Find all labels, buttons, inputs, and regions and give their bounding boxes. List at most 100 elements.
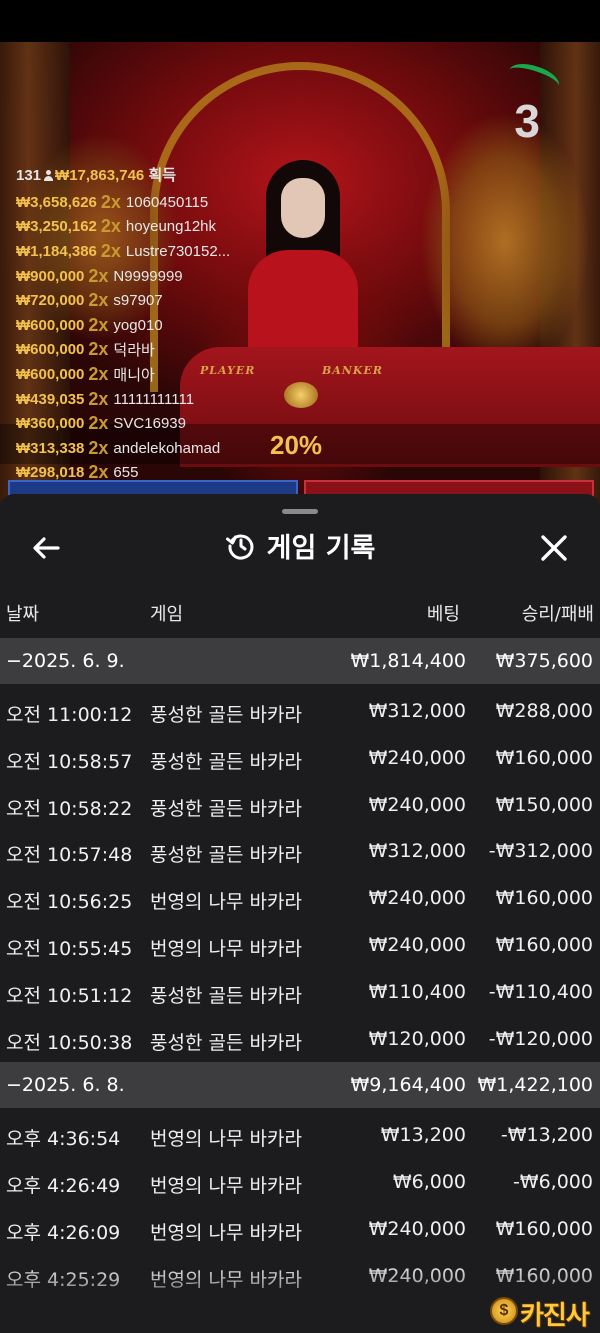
row-result: -₩6,000: [512, 1171, 593, 1194]
winner-multiplier: 2x: [88, 363, 109, 384]
col-game: 게임: [150, 604, 184, 625]
row-result: ₩160,000: [495, 746, 593, 769]
winners-suffix: 획득: [148, 167, 177, 184]
history-row[interactable]: 오후 4:26:49 번영의 나무 바카라 ₩6,000 -₩6,000: [0, 1159, 600, 1206]
watermark-logo: $ 카진사: [490, 1293, 598, 1331]
winner-row: ₩600,000 2x yog010: [16, 313, 230, 338]
winner-multiplier: 2x: [88, 413, 109, 434]
row-result: -₩120,000: [488, 1027, 593, 1050]
live-video: PLAYER BANKER 3 20% 131 ₩17,863,746 획득 ₩3…: [0, 42, 600, 512]
winner-amount: ₩720,000: [16, 292, 85, 310]
winner-username: SVC16939: [113, 415, 186, 433]
sheet-header: 게임 기록: [0, 520, 600, 572]
winner-row: ₩3,658,626 2x 1060450115: [16, 190, 230, 215]
winner-amount: ₩600,000: [16, 365, 85, 383]
row-bet: ₩120,000: [368, 1027, 466, 1050]
row-game: 풍성한 골든 바카라: [150, 984, 302, 1007]
row-game: 번영의 나무 바카라: [150, 891, 302, 914]
winner-multiplier: 2x: [100, 216, 121, 237]
history-row[interactable]: 오전 10:55:45 번영의 나무 바카라 ₩240,000 ₩160,000: [0, 922, 600, 969]
col-result: 승리/패배: [521, 604, 594, 625]
row-game: 풍성한 골든 바카라: [150, 750, 302, 773]
winner-row: ₩600,000 2x 덕라바: [16, 338, 230, 363]
history-list: −2025. 6. 9. ₩1,814,400 ₩375,600 오전 11:00:1…: [0, 638, 600, 1300]
winner-row: ₩313,338 2x andelekohamad: [16, 436, 230, 461]
history-row[interactable]: 오전 10:51:12 풍성한 골든 바카라 ₩110,400 -₩110,400: [0, 969, 600, 1016]
winner-username: 655: [113, 464, 139, 482]
winner-multiplier: 2x: [100, 191, 121, 212]
winner-username: 덕라바: [113, 342, 155, 360]
row-game: 번영의 나무 바카라: [150, 1175, 302, 1198]
winner-multiplier: 2x: [88, 339, 109, 360]
bet-percent: 20%: [270, 430, 323, 460]
row-time: 오전 10:57:48: [6, 844, 133, 867]
row-game: 풍성한 골든 바카라: [150, 797, 302, 820]
history-row[interactable]: 오전 10:57:48 풍성한 골든 바카라 ₩312,000 -₩312,000: [0, 828, 600, 875]
winner-amount: ₩313,338: [16, 439, 85, 457]
countdown-timer: 3: [514, 95, 540, 147]
row-result: -₩110,400: [488, 980, 593, 1003]
group-total-bet: ₩9,164,400: [350, 1074, 466, 1097]
sheet-drag-handle[interactable]: [282, 509, 318, 514]
group-date: −2025. 6. 8.: [6, 1074, 125, 1097]
column-headers: 날짜 게임 베팅 승리/패배: [0, 592, 600, 634]
row-time: 오전 10:58:57: [6, 750, 133, 773]
winner-amount: ₩360,000: [16, 415, 85, 433]
winners-total: ₩17,863,746: [55, 167, 145, 184]
close-button[interactable]: [534, 528, 574, 568]
winner-multiplier: 2x: [88, 265, 109, 286]
winner-row: ₩1,184,386 2x Lustre730152...: [16, 239, 230, 264]
winner-multiplier: 2x: [88, 437, 109, 458]
group-total-result: ₩375,600: [495, 650, 593, 672]
row-bet: ₩240,000: [368, 933, 466, 956]
row-time: 오후 4:26:49: [6, 1175, 121, 1198]
row-time: 오후 4:26:09: [6, 1221, 121, 1244]
history-row[interactable]: 오전 10:56:25 번영의 나무 바카라 ₩240,000 ₩160,000: [0, 875, 600, 922]
row-time: 오전 10:55:45: [6, 937, 133, 960]
row-time: 오전 10:51:12: [6, 984, 133, 1007]
history-row[interactable]: 오전 11:00:12 풍성한 골든 바카라 ₩312,000 ₩288,000: [0, 688, 600, 735]
group-total-bet: ₩1,814,400: [350, 650, 466, 672]
row-bet: ₩240,000: [368, 793, 466, 816]
winner-username: s97907: [113, 292, 163, 310]
row-time: 오전 10:58:22: [6, 797, 133, 820]
winner-amount: ₩3,658,626: [16, 193, 97, 211]
history-row[interactable]: 오후 4:26:09 번영의 나무 바카라 ₩240,000 ₩160,000: [0, 1206, 600, 1253]
winner-multiplier: 2x: [100, 240, 121, 261]
status-bar: [0, 0, 600, 42]
gold-coin-icon: [284, 382, 318, 408]
date-group-row[interactable]: −2025. 6. 8. ₩9,164,400 ₩1,422,100: [0, 1062, 600, 1109]
winner-amount: ₩3,250,162: [16, 218, 97, 236]
winners-list: 131 ₩17,863,746 획득 ₩3,658,626 2x 1060450115…: [16, 164, 230, 485]
date-group-row[interactable]: −2025. 6. 9. ₩1,814,400 ₩375,600: [0, 638, 600, 684]
row-bet: ₩110,400: [368, 980, 466, 1003]
winner-username: Lustre730152...: [125, 242, 231, 260]
row-bet: ₩240,000: [368, 746, 466, 769]
history-row[interactable]: 오전 10:58:57 풍성한 골든 바카라 ₩240,000 ₩160,000: [0, 735, 600, 782]
history-row[interactable]: 오전 10:50:38 풍성한 골든 바카라 ₩120,000 -₩120,000: [0, 1016, 600, 1063]
winner-amount: ₩600,000: [16, 341, 85, 359]
row-result: ₩288,000: [495, 700, 593, 722]
history-row[interactable]: 오전 10:58:22 풍성한 골든 바카라 ₩240,000 ₩150,000: [0, 782, 600, 829]
game-history-sheet: 게임 기록 날짜 게임 베팅 승리/패배 −2025. 6. 9. ₩1,814,…: [0, 494, 600, 1333]
row-bet: ₩312,000: [368, 840, 466, 863]
history-row[interactable]: 오후 4:36:54 번영의 나무 바카라 ₩13,200 -₩13,200: [0, 1112, 600, 1159]
winner-username: andelekohamad: [113, 439, 221, 457]
winner-row: ₩360,000 2x SVC16939: [16, 411, 230, 436]
winner-amount: ₩298,018: [16, 464, 85, 482]
winner-multiplier: 2x: [88, 290, 109, 311]
winner-multiplier: 2x: [88, 462, 109, 483]
row-result: -₩13,200: [500, 1124, 593, 1147]
winner-row: ₩3,250,162 2x hoyeung12hk: [16, 215, 230, 240]
row-result: -₩312,000: [488, 840, 593, 863]
row-result: ₩160,000: [495, 887, 593, 910]
sheet-title: 게임 기록: [266, 533, 376, 564]
winner-username: 매니아: [113, 366, 155, 384]
row-result: ₩160,000: [495, 933, 593, 956]
winner-username: yog010: [113, 316, 163, 334]
row-time: 오전 11:00:12: [6, 704, 133, 726]
winner-multiplier: 2x: [88, 314, 109, 335]
group-date: −2025. 6. 9.: [6, 650, 125, 672]
row-bet: ₩13,200: [380, 1124, 466, 1147]
row-game: 풍성한 골든 바카라: [150, 704, 302, 726]
